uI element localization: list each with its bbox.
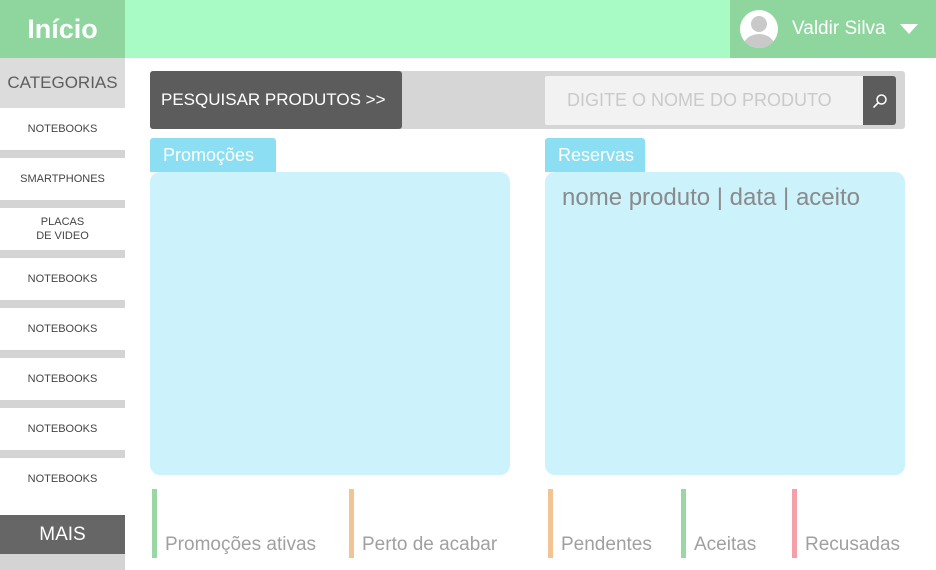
sidebar-footer [0, 554, 125, 570]
stat-indicator [681, 489, 686, 558]
stat-label: Perto de acabar [362, 534, 498, 555]
sidebar-item-label: SMARTPHONES [20, 173, 105, 185]
divider [0, 200, 125, 208]
divider [0, 350, 125, 358]
sidebar: CATEGORIAS NOTEBOOKS SMARTPHONES PLACAS … [0, 58, 125, 570]
divider [0, 400, 125, 408]
sidebar-item-notebooks[interactable]: NOTEBOOKS [0, 358, 125, 408]
sidebar-item-notebooks[interactable]: NOTEBOOKS [0, 108, 125, 158]
sidebar-item-label: NOTEBOOKS [27, 123, 98, 135]
stat-ending-soon[interactable]: Perto de acabar [349, 489, 497, 558]
sidebar-item-label: NOTEBOOKS [27, 473, 98, 485]
stat-label: Recusadas [805, 534, 901, 555]
sidebar-item-smartphones[interactable]: SMARTPHONES [0, 158, 125, 208]
reservations-header: nome produto | data | aceito [562, 184, 860, 211]
stat-indicator [349, 489, 354, 558]
more-button[interactable]: MAIS [0, 515, 125, 554]
brand-title: Início [27, 13, 98, 44]
sidebar-item-notebooks[interactable]: NOTEBOOKS [0, 258, 125, 308]
sidebar-item-notebooks[interactable]: NOTEBOOKS [0, 458, 125, 508]
sidebar-item-label: NOTEBOOKS [27, 373, 98, 385]
stat-indicator [792, 489, 797, 558]
stat-indicator [548, 489, 553, 558]
sidebar-item-label: NOTEBOOKS [27, 323, 98, 335]
search-icon [872, 93, 887, 108]
user-name: Valdir Silva [792, 18, 886, 39]
search-products-button[interactable]: PESQUISAR PRODUTOS >> [150, 71, 402, 129]
top-bar [125, 0, 730, 58]
avatar-icon [740, 10, 778, 48]
divider [0, 300, 125, 308]
search-input[interactable] [545, 76, 863, 125]
user-menu[interactable]: Valdir Silva [730, 0, 936, 58]
chevron-down-icon[interactable] [899, 24, 918, 34]
sidebar-item-label: NOTEBOOKS [27, 423, 98, 435]
promotions-panel [150, 172, 510, 475]
tab-reservations[interactable]: Reservas [545, 138, 645, 172]
stat-label: Pendentes [561, 534, 652, 555]
divider [0, 250, 125, 258]
sidebar-item-label: PLACAS DE VIDEO [36, 216, 89, 242]
app-root: Início Valdir Silva CATEGORIAS NOTEBOOKS… [0, 0, 936, 570]
divider [0, 450, 125, 458]
categories-title: CATEGORIAS [0, 58, 125, 108]
reservations-panel: nome produto | data | aceito [545, 172, 905, 475]
stat-pending[interactable]: Pendentes [548, 489, 652, 558]
sidebar-item-notebooks[interactable]: NOTEBOOKS [0, 408, 125, 458]
divider [0, 150, 125, 158]
search-button[interactable] [863, 76, 896, 125]
stat-accepted[interactable]: Aceitas [681, 489, 756, 558]
sidebar-item-label: NOTEBOOKS [27, 273, 98, 285]
search-bar: PESQUISAR PRODUTOS >> [150, 71, 905, 129]
sidebar-item-placas-de-video[interactable]: PLACAS DE VIDEO [0, 208, 125, 258]
stat-label: Promoções ativas [165, 534, 317, 555]
stat-indicator [152, 489, 157, 558]
stat-rejected[interactable]: Recusadas [792, 489, 900, 558]
sidebar-item-notebooks[interactable]: NOTEBOOKS [0, 308, 125, 358]
tab-promotions[interactable]: Promoções [150, 138, 276, 172]
stat-active-promotions[interactable]: Promoções ativas [152, 489, 316, 558]
stat-label: Aceitas [694, 534, 757, 555]
category-list: NOTEBOOKS SMARTPHONES PLACAS DE VIDEO NO… [0, 108, 125, 508]
home-link[interactable]: Início [0, 0, 125, 58]
